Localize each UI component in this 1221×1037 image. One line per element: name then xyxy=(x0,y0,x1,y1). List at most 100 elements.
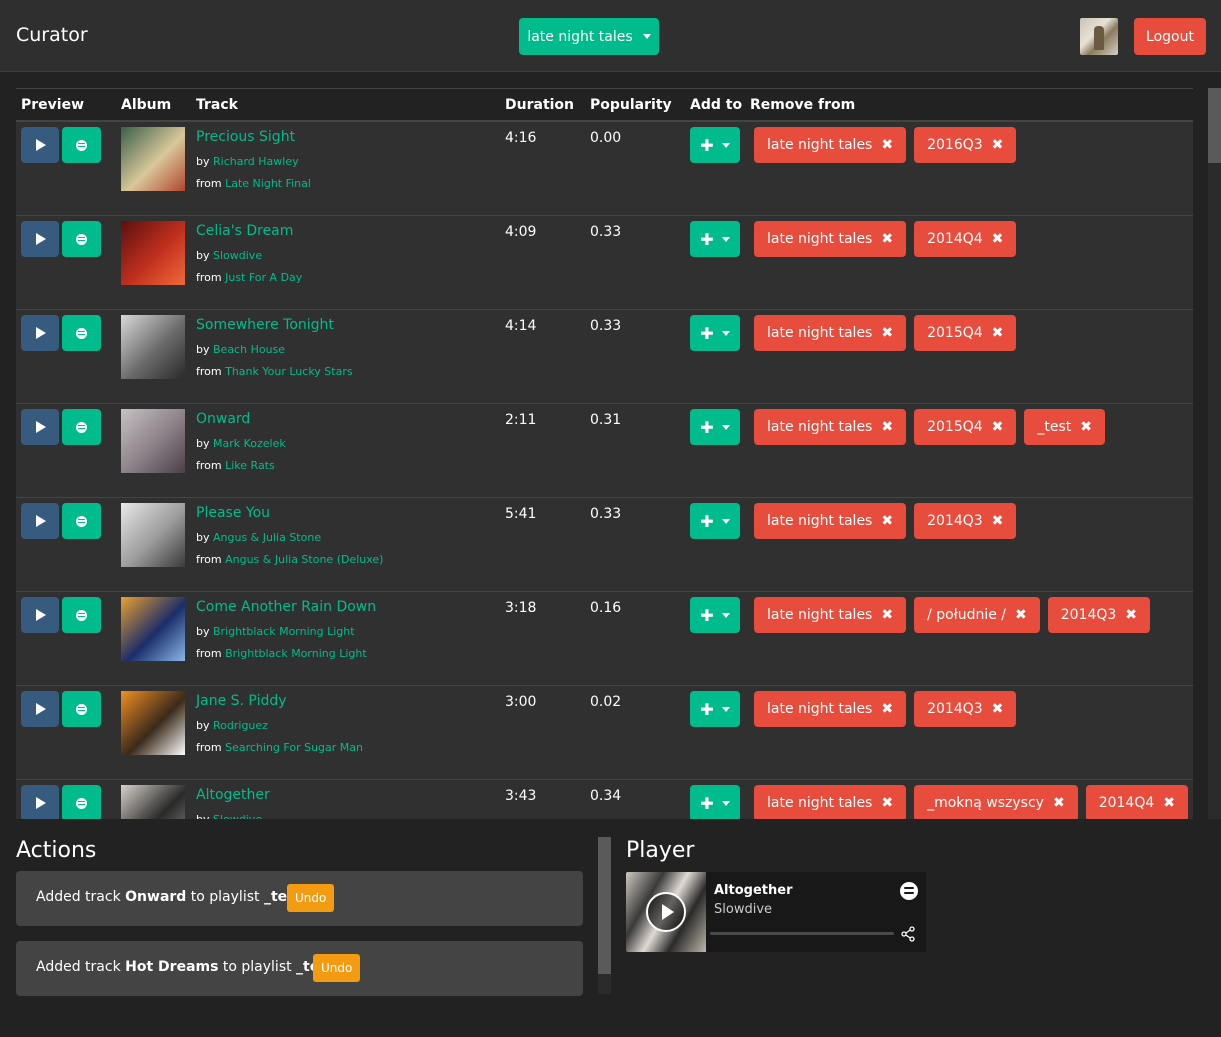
spotify-logo-icon[interactable] xyxy=(900,882,918,900)
album-link[interactable]: Angus & Julia Stone (Deluxe) xyxy=(225,553,383,566)
player-track-title[interactable]: Altogether xyxy=(714,883,792,898)
remove-from-playlist-tag[interactable]: 2014Q3 ✖ xyxy=(914,503,1017,539)
preview-play-button[interactable] xyxy=(21,409,59,445)
artist-link[interactable]: Mark Kozelek xyxy=(213,437,286,450)
undo-button[interactable]: Undo xyxy=(313,954,361,982)
preview-play-button[interactable] xyxy=(21,127,59,163)
preview-play-button[interactable] xyxy=(21,315,59,351)
table-scrollbar[interactable] xyxy=(1208,88,1221,819)
open-in-spotify-button[interactable] xyxy=(62,127,101,163)
remove-x-icon[interactable]: ✖ xyxy=(1125,607,1137,623)
preview-play-button[interactable] xyxy=(21,785,59,819)
remove-from-playlist-tag[interactable]: 2015Q4 ✖ xyxy=(914,409,1017,445)
artist-link[interactable]: Richard Hawley xyxy=(213,155,299,168)
remove-from-playlist-tag[interactable]: 2016Q3 ✖ xyxy=(914,127,1017,163)
remove-x-icon[interactable]: ✖ xyxy=(992,701,1004,717)
user-avatar[interactable] xyxy=(1080,18,1118,55)
artist-link[interactable]: Angus & Julia Stone xyxy=(213,531,321,544)
artist-link[interactable]: Rodriguez xyxy=(213,719,268,732)
remove-x-icon[interactable]: ✖ xyxy=(992,231,1004,247)
remove-x-icon[interactable]: ✖ xyxy=(992,137,1004,153)
album-link[interactable]: Like Rats xyxy=(225,459,275,472)
remove-from-playlist-tag[interactable]: 2014Q3 ✖ xyxy=(914,691,1017,727)
remove-x-icon[interactable]: ✖ xyxy=(992,325,1004,341)
remove-x-icon[interactable]: ✖ xyxy=(881,419,893,435)
track-link[interactable]: Jane S. Piddy xyxy=(196,693,287,709)
remove-from-playlist-tag[interactable]: _test ✖ xyxy=(1024,409,1106,445)
remove-x-icon[interactable]: ✖ xyxy=(1080,419,1092,435)
preview-play-button[interactable] xyxy=(21,503,59,539)
album-link[interactable]: Thank Your Lucky Stars xyxy=(225,365,352,378)
album-link[interactable]: Just For A Day xyxy=(225,271,302,284)
remove-from-playlist-tag[interactable]: 2014Q4 ✖ xyxy=(914,221,1017,257)
preview-play-button[interactable] xyxy=(21,691,59,727)
remove-x-icon[interactable]: ✖ xyxy=(992,419,1004,435)
add-to-playlist-button[interactable]: ✚ xyxy=(690,597,740,633)
remove-from-playlist-tag[interactable]: late night tales ✖ xyxy=(754,221,907,257)
track-link[interactable]: Come Another Rain Down xyxy=(196,599,376,615)
logout-button[interactable]: Logout xyxy=(1134,18,1206,55)
remove-x-icon[interactable]: ✖ xyxy=(1015,607,1027,623)
open-in-spotify-button[interactable] xyxy=(62,597,101,633)
remove-x-icon[interactable]: ✖ xyxy=(992,513,1004,529)
remove-x-icon[interactable]: ✖ xyxy=(881,513,893,529)
open-in-spotify-button[interactable] xyxy=(62,221,101,257)
track-link[interactable]: Onward xyxy=(196,411,250,427)
remove-x-icon[interactable]: ✖ xyxy=(1163,795,1175,811)
preview-play-button[interactable] xyxy=(21,597,59,633)
remove-x-icon[interactable]: ✖ xyxy=(881,701,893,717)
add-to-playlist-button[interactable]: ✚ xyxy=(690,785,740,819)
track-link[interactable]: Celia's Dream xyxy=(196,223,293,239)
track-link[interactable]: Altogether xyxy=(196,787,270,803)
album-link[interactable]: Late Night Final xyxy=(225,177,311,190)
player-play-icon[interactable] xyxy=(646,892,686,932)
undo-button[interactable]: Undo xyxy=(287,884,335,912)
brand-title[interactable]: Curator xyxy=(16,24,88,46)
remove-x-icon[interactable]: ✖ xyxy=(1053,795,1065,811)
remove-from-playlist-tag[interactable]: / południe / ✖ xyxy=(914,597,1040,633)
remove-from-playlist-tag[interactable]: late night tales ✖ xyxy=(754,785,907,819)
remove-from-playlist-tag[interactable]: 2014Q3 ✖ xyxy=(1047,597,1151,633)
add-to-playlist-button[interactable]: ✚ xyxy=(690,691,740,727)
add-to-playlist-button[interactable]: ✚ xyxy=(690,409,740,445)
actions-scrollbar[interactable] xyxy=(598,837,611,994)
add-to-playlist-button[interactable]: ✚ xyxy=(690,221,740,257)
playlist-dropdown[interactable]: late night tales xyxy=(519,18,659,55)
remove-from-playlist-tag[interactable]: late night tales ✖ xyxy=(754,409,907,445)
track-link[interactable]: Please You xyxy=(196,505,270,521)
table-scrollbar-thumb[interactable] xyxy=(1208,88,1221,163)
album-link[interactable]: Searching For Sugar Man xyxy=(225,741,363,754)
open-in-spotify-button[interactable] xyxy=(62,503,101,539)
open-in-spotify-button[interactable] xyxy=(62,785,101,819)
artist-link[interactable]: Slowdive xyxy=(213,249,262,262)
remove-from-playlist-tag[interactable]: 2015Q4 ✖ xyxy=(914,315,1017,351)
remove-from-playlist-tag[interactable]: late night tales ✖ xyxy=(754,503,907,539)
remove-x-icon[interactable]: ✖ xyxy=(881,137,893,153)
add-to-playlist-button[interactable]: ✚ xyxy=(690,315,740,351)
remove-from-playlist-tag[interactable]: _mokną wszyscy ✖ xyxy=(914,785,1078,819)
player-artist[interactable]: Slowdive xyxy=(714,902,772,917)
remove-from-playlist-tag[interactable]: 2014Q4 ✖ xyxy=(1085,785,1188,819)
preview-play-button[interactable] xyxy=(21,221,59,257)
remove-from-playlist-tag[interactable]: late night tales ✖ xyxy=(754,315,907,351)
player-progress-bar[interactable] xyxy=(710,932,894,935)
open-in-spotify-button[interactable] xyxy=(62,315,101,351)
remove-x-icon[interactable]: ✖ xyxy=(881,231,893,247)
track-link[interactable]: Somewhere Tonight xyxy=(196,317,334,333)
album-link[interactable]: Brightblack Morning Light xyxy=(225,647,367,660)
share-icon[interactable] xyxy=(900,926,916,942)
remove-from-playlist-tag[interactable]: late night tales ✖ xyxy=(754,597,907,633)
remove-x-icon[interactable]: ✖ xyxy=(881,325,893,341)
open-in-spotify-button[interactable] xyxy=(62,409,101,445)
artist-link[interactable]: Brightblack Morning Light xyxy=(213,625,355,638)
artist-link[interactable]: Beach House xyxy=(213,343,285,356)
remove-x-icon[interactable]: ✖ xyxy=(881,607,893,623)
remove-from-playlist-tag[interactable]: late night tales ✖ xyxy=(754,127,907,163)
actions-scrollbar-thumb[interactable] xyxy=(598,837,611,974)
track-link[interactable]: Precious Sight xyxy=(196,129,295,145)
remove-x-icon[interactable]: ✖ xyxy=(881,795,893,811)
open-in-spotify-button[interactable] xyxy=(62,691,101,727)
remove-from-playlist-tag[interactable]: late night tales ✖ xyxy=(754,691,907,727)
add-to-playlist-button[interactable]: ✚ xyxy=(690,127,740,163)
artist-link[interactable]: Slowdive xyxy=(213,813,262,819)
